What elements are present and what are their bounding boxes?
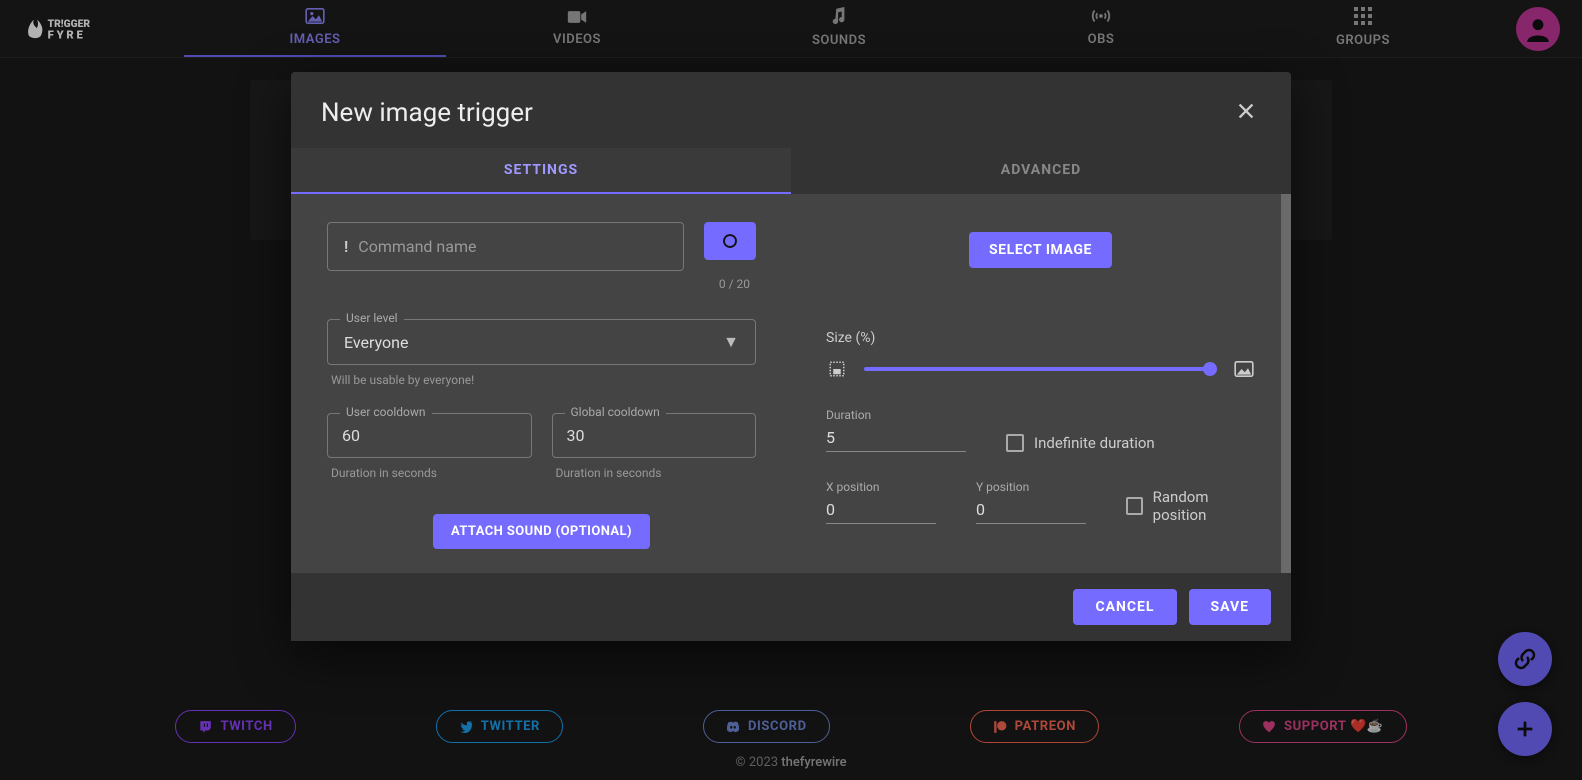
user-cooldown-field[interactable]: User cooldown	[327, 413, 532, 458]
modal-header: New image trigger	[291, 72, 1291, 148]
global-cooldown-input[interactable]	[567, 426, 742, 445]
checkbox-icon	[1006, 434, 1024, 452]
tab-settings[interactable]: SETTINGS	[291, 148, 791, 194]
duration-input[interactable]	[826, 424, 966, 452]
select-image-button[interactable]: SELECT IMAGE	[969, 232, 1112, 268]
new-trigger-modal: New image trigger SETTINGS ADVANCED !	[291, 72, 1291, 641]
modal-footer: CANCEL SAVE	[291, 573, 1291, 641]
checkbox-icon	[1126, 497, 1143, 515]
user-level-hint: Will be usable by everyone!	[327, 373, 756, 387]
ypos-label: Y position	[976, 480, 1086, 494]
size-slider[interactable]	[864, 367, 1217, 371]
save-button[interactable]: SAVE	[1189, 589, 1272, 625]
ypos-input[interactable]	[976, 496, 1086, 524]
tab-advanced[interactable]: ADVANCED	[791, 148, 1291, 194]
random-position-checkbox[interactable]: Random position	[1126, 488, 1255, 524]
xpos-input[interactable]	[826, 496, 936, 524]
close-button[interactable]	[1231, 96, 1261, 130]
command-name-field[interactable]: !	[327, 222, 684, 271]
size-label: Size (%)	[826, 330, 1255, 346]
user-cooldown-input[interactable]	[342, 426, 517, 445]
indefinite-duration-checkbox[interactable]: Indefinite duration	[1006, 434, 1155, 452]
command-counter: 0 / 20	[327, 277, 756, 291]
image-large-icon	[1233, 358, 1255, 380]
duration-label: Duration	[826, 408, 966, 422]
command-name-input[interactable]	[358, 237, 667, 256]
image-small-icon	[826, 358, 848, 380]
attach-sound-button[interactable]: ATTACH SOUND (OPTIONAL)	[433, 514, 650, 549]
command-prefix: !	[344, 237, 348, 256]
cancel-button[interactable]: CANCEL	[1073, 589, 1176, 625]
user-cooldown-hint: Duration in seconds	[327, 466, 532, 480]
user-level-select[interactable]: User level Everyone ▼	[327, 319, 756, 365]
modal-body: ! 0 / 20 User level Everyone ▼ Will be u…	[291, 194, 1291, 573]
modal-overlay: New image trigger SETTINGS ADVANCED !	[0, 0, 1582, 780]
modal-tabs: SETTINGS ADVANCED	[291, 148, 1291, 194]
channel-points-toggle[interactable]	[704, 222, 756, 260]
modal-title: New image trigger	[321, 98, 533, 128]
settings-left-column: ! 0 / 20 User level Everyone ▼ Will be u…	[327, 222, 756, 549]
slider-thumb[interactable]	[1203, 362, 1217, 376]
global-cooldown-hint: Duration in seconds	[552, 466, 757, 480]
user-level-value: Everyone	[344, 333, 408, 352]
circle-icon	[721, 232, 739, 250]
chevron-down-icon: ▼	[723, 332, 739, 352]
settings-right-column: SELECT IMAGE Size (%)	[826, 222, 1255, 549]
close-icon	[1235, 100, 1257, 122]
xpos-label: X position	[826, 480, 936, 494]
size-slider-row	[826, 358, 1255, 380]
global-cooldown-field[interactable]: Global cooldown	[552, 413, 757, 458]
